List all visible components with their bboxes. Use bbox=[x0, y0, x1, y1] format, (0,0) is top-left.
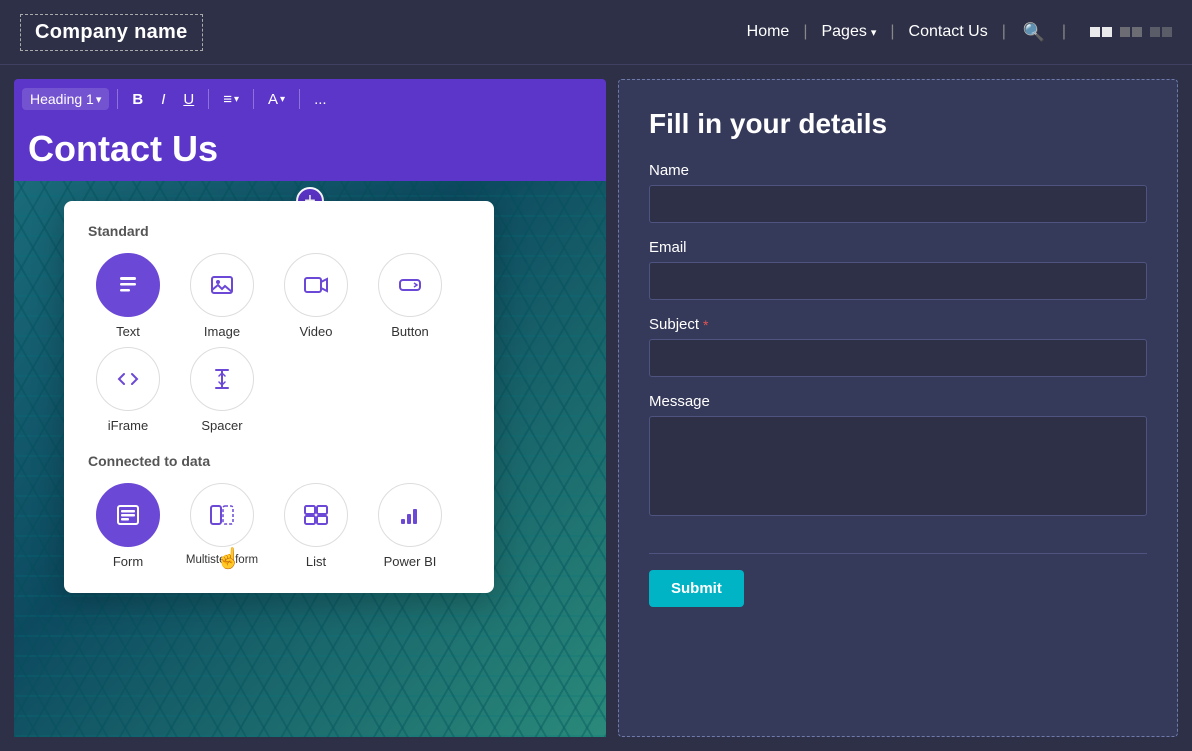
nav-pages-label: Pages bbox=[821, 23, 866, 41]
view-icon-1[interactable] bbox=[1090, 27, 1100, 37]
connected-items-grid: Form Multistep form bbox=[88, 483, 470, 569]
subject-field: Subject * bbox=[649, 316, 1147, 377]
list-label: List bbox=[306, 554, 326, 569]
bold-label: B bbox=[132, 91, 143, 108]
heading-select-caret: ▾ bbox=[96, 93, 102, 106]
left-panel: Heading 1 ▾ B I U ≡ ▾ A ▾ bbox=[14, 79, 606, 737]
form-icon bbox=[96, 483, 160, 547]
button-label: Button bbox=[391, 324, 429, 339]
video-icon bbox=[284, 253, 348, 317]
text-icon bbox=[96, 253, 160, 317]
add-element-popup: Standard Text bbox=[64, 201, 494, 593]
list-icon bbox=[284, 483, 348, 547]
form-title: Fill in your details bbox=[649, 108, 1147, 140]
editor-area: Heading 1 ▾ B I U ≡ ▾ A ▾ bbox=[0, 65, 1192, 751]
powerbi-icon bbox=[378, 483, 442, 547]
nav-contact[interactable]: Contact Us bbox=[909, 23, 988, 41]
nav-sep-4: | bbox=[1062, 23, 1066, 41]
heading-select[interactable]: Heading 1 ▾ bbox=[22, 88, 109, 110]
view-icon-2[interactable] bbox=[1102, 27, 1112, 37]
search-icon[interactable]: 🔍 bbox=[1020, 18, 1048, 46]
view-icon-6[interactable] bbox=[1162, 27, 1172, 37]
name-label: Name bbox=[649, 162, 1147, 179]
iframe-icon bbox=[96, 347, 160, 411]
more-label: ... bbox=[314, 91, 327, 108]
message-label: Message bbox=[649, 393, 1147, 410]
popup-item-text[interactable]: Text bbox=[88, 253, 168, 339]
email-field: Email bbox=[649, 239, 1147, 300]
align-button[interactable]: ≡ ▾ bbox=[217, 87, 245, 112]
color-button[interactable]: A ▾ bbox=[262, 87, 291, 112]
cursor-hand: ☝ bbox=[216, 546, 241, 571]
nav-sep-2: | bbox=[890, 23, 894, 41]
connected-section-title: Connected to data bbox=[88, 453, 470, 469]
toolbar: Heading 1 ▾ B I U ≡ ▾ A ▾ bbox=[14, 79, 606, 119]
email-label: Email bbox=[649, 239, 1147, 256]
submit-button[interactable]: Submit bbox=[649, 570, 744, 607]
popup-item-list[interactable]: List bbox=[276, 483, 356, 569]
company-name[interactable]: Company name bbox=[20, 14, 203, 51]
background-image-area: Standard Text bbox=[14, 181, 606, 737]
subject-required: * bbox=[703, 317, 708, 333]
nav-links: Home | Pages ▾ | Contact Us | 🔍 | bbox=[747, 18, 1172, 46]
popup-item-powerbi[interactable]: Power BI bbox=[370, 483, 450, 569]
more-button[interactable]: ... bbox=[308, 87, 333, 112]
nav-pages-arrow: ▾ bbox=[871, 26, 877, 39]
button-icon bbox=[378, 253, 442, 317]
message-field: Message bbox=[649, 393, 1147, 521]
bold-button[interactable]: B bbox=[126, 87, 149, 112]
toolbar-sep-1 bbox=[117, 89, 118, 109]
subject-label: Subject * bbox=[649, 316, 1147, 333]
heading-area[interactable]: Contact Us bbox=[14, 119, 606, 181]
image-icon bbox=[190, 253, 254, 317]
heading-text[interactable]: Contact Us bbox=[28, 129, 592, 169]
message-input[interactable] bbox=[649, 416, 1147, 516]
popup-item-iframe[interactable]: iFrame bbox=[88, 347, 168, 433]
standard-section-title: Standard bbox=[88, 223, 470, 239]
nav-pages[interactable]: Pages ▾ bbox=[821, 23, 876, 41]
popup-item-form[interactable]: Form bbox=[88, 483, 168, 569]
nav-home[interactable]: Home bbox=[747, 23, 790, 41]
italic-button[interactable]: I bbox=[155, 87, 171, 112]
spacer-icon bbox=[190, 347, 254, 411]
image-label: Image bbox=[204, 324, 240, 339]
powerbi-label: Power BI bbox=[384, 554, 437, 569]
popup-item-spacer[interactable]: Spacer bbox=[182, 347, 262, 433]
multistep-icon bbox=[190, 483, 254, 547]
name-input[interactable] bbox=[649, 185, 1147, 223]
heading-select-label: Heading 1 bbox=[30, 91, 94, 107]
toolbar-sep-4 bbox=[299, 89, 300, 109]
video-label: Video bbox=[299, 324, 332, 339]
nav-sep-3: | bbox=[1002, 23, 1006, 41]
color-label: A bbox=[268, 91, 278, 108]
popup-item-image[interactable]: Image bbox=[182, 253, 262, 339]
view-icons bbox=[1090, 27, 1172, 37]
view-icon-5[interactable] bbox=[1150, 27, 1160, 37]
top-nav: Company name Home | Pages ▾ | Contact Us… bbox=[0, 0, 1192, 65]
nav-sep-1: | bbox=[803, 23, 807, 41]
align-caret: ▾ bbox=[234, 94, 239, 105]
name-field: Name bbox=[649, 162, 1147, 223]
toolbar-sep-2 bbox=[208, 89, 209, 109]
submit-area: Submit bbox=[649, 553, 1147, 607]
iframe-label: iFrame bbox=[108, 418, 148, 433]
standard-items-grid: Text Image bbox=[88, 253, 470, 433]
email-input[interactable] bbox=[649, 262, 1147, 300]
subject-input[interactable] bbox=[649, 339, 1147, 377]
popup-item-video[interactable]: Video bbox=[276, 253, 356, 339]
toolbar-sep-3 bbox=[253, 89, 254, 109]
form-label: Form bbox=[113, 554, 143, 569]
underline-button[interactable]: U bbox=[177, 87, 200, 112]
right-panel: Fill in your details Name Email Subject … bbox=[618, 79, 1178, 737]
text-label: Text bbox=[116, 324, 140, 339]
view-icon-3[interactable] bbox=[1120, 27, 1130, 37]
align-icon: ≡ bbox=[223, 91, 232, 108]
underline-label: U bbox=[183, 91, 194, 108]
color-caret: ▾ bbox=[280, 94, 285, 105]
spacer-label: Spacer bbox=[201, 418, 242, 433]
italic-label: I bbox=[161, 91, 165, 108]
popup-item-button[interactable]: Button bbox=[370, 253, 450, 339]
view-icon-4[interactable] bbox=[1132, 27, 1142, 37]
